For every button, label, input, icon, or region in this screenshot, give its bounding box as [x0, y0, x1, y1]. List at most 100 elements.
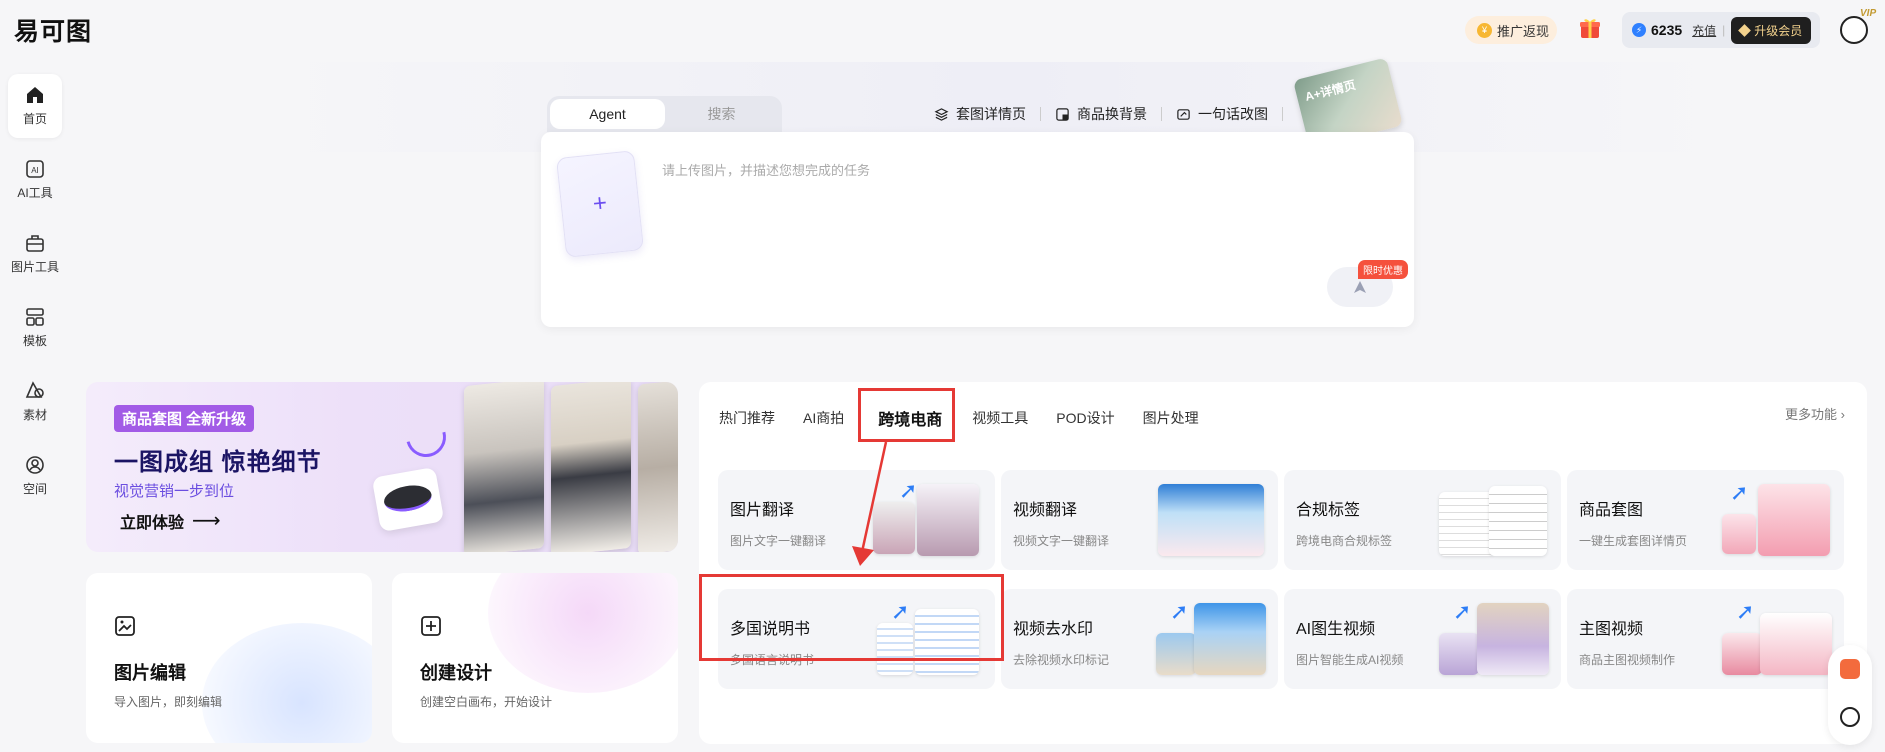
tab-hot[interactable]: 热门推荐 — [719, 408, 775, 428]
sidebar-item-materials[interactable]: 素材 — [8, 370, 62, 434]
customer-service-icon[interactable] — [1840, 707, 1860, 727]
arrow-right-icon: ⟶ — [192, 510, 221, 532]
background-swap-icon — [1056, 107, 1069, 121]
upgrade-vip-button[interactable]: 升级会员 — [1731, 16, 1812, 44]
tab-pod-design[interactable]: POD设计 — [1056, 408, 1114, 428]
feature-title: 图片翻译 — [730, 502, 795, 519]
feature-title: 商品套图 — [1579, 502, 1644, 519]
image-pen-icon — [1177, 108, 1190, 120]
category-tabs: 热门推荐 AI商拍 跨境电商 视频工具 POD设计 图片处理 — [719, 406, 1227, 430]
quick-link-label: 一句话改图 — [1198, 106, 1268, 122]
tab-ai-shoot[interactable]: AI商拍 — [803, 408, 844, 428]
promo-banner[interactable]: 商品套图 全新升级 一图成组 惊艳细节 视觉营销一步到位 立即体验 ⟶ — [86, 382, 678, 552]
feature-card-remove-watermark[interactable]: 视频去水印 去除视频水印标记 ➚ — [1001, 589, 1278, 689]
upgrade-label: 升级会员 — [1754, 23, 1803, 38]
video-thumb — [1477, 603, 1549, 675]
feature-image: ➚ — [1439, 599, 1549, 675]
feature-title: 主图视频 — [1579, 621, 1644, 638]
cursor-arrow-icon: ➚ — [899, 478, 918, 503]
user-avatar[interactable] — [1840, 16, 1868, 44]
image-edit-card[interactable]: 图片编辑 导入图片，即刻编辑 — [86, 573, 372, 743]
annotation-highlight-card — [699, 574, 1004, 661]
feature-image — [1439, 484, 1549, 556]
gift-icon[interactable] — [1578, 16, 1602, 40]
sidebar-item-space[interactable]: 空间 — [8, 444, 62, 508]
shapes-icon — [25, 381, 44, 398]
feature-title: 视频翻译 — [1013, 502, 1078, 519]
recharge-link[interactable]: 充值 — [1692, 22, 1716, 39]
feature-card-product-set[interactable]: 商品套图 一键生成套图详情页 ➚ — [1567, 470, 1844, 570]
feature-title: 视频去水印 — [1013, 621, 1094, 638]
feature-card-ai-image-to-video[interactable]: AI图生视频 图片智能生成AI视频 ➚ — [1284, 589, 1561, 689]
annotation-arrow — [852, 441, 888, 566]
feature-subtitle: 一键生成套图详情页 — [1579, 534, 1688, 548]
feature-subtitle: 商品主图视频制作 — [1579, 653, 1676, 667]
template-icon — [26, 308, 44, 326]
cursor-arrow-icon: ➚ — [1730, 480, 1749, 505]
sidebar-item-home[interactable]: 首页 — [8, 74, 62, 138]
app-logo[interactable]: 易可图 — [14, 12, 92, 48]
sidebar-item-label: 空间 — [22, 482, 47, 496]
promo-cashback-button[interactable]: ¥ 推广返现 — [1465, 16, 1557, 44]
tab-image-processing[interactable]: 图片处理 — [1143, 408, 1199, 428]
cta-label: 立即体验 — [120, 514, 185, 532]
limited-offer-badge: 限时优惠 — [1358, 260, 1408, 279]
divider — [1040, 107, 1041, 121]
svg-text:AI: AI — [31, 166, 39, 175]
more-features-link[interactable]: 更多功能 › — [1785, 404, 1845, 423]
video-thumb — [1156, 633, 1196, 675]
send-arrow-icon — [1354, 281, 1366, 293]
video-thumb — [1158, 484, 1264, 556]
image-edit-icon — [115, 616, 135, 636]
handbag-thumb — [917, 484, 979, 556]
banner-badge: 商品套图 全新升级 — [114, 405, 255, 432]
tab-search[interactable]: 搜索 — [664, 99, 779, 129]
card-subtitle: 创建空白画布，开始设计 — [420, 695, 553, 709]
feature-image: ➚ — [1722, 480, 1832, 556]
sidebar-item-label: 图片工具 — [10, 260, 59, 274]
feature-card-compliance-label[interactable]: 合规标签 跨境电商合规标签 — [1284, 470, 1561, 570]
perfume-thumb — [1758, 484, 1830, 556]
card-glow — [202, 623, 372, 743]
agent-quick-links: 套图详情页 商品换背景 一句话改图 — [934, 104, 1297, 124]
floating-actions — [1828, 645, 1872, 745]
quick-link-label: 套图详情页 — [956, 106, 1026, 122]
quick-link-one-sentence-edit[interactable]: 一句话改图 — [1176, 104, 1268, 124]
plus-icon: + — [591, 189, 609, 218]
sidebar-item-ai-tools[interactable]: AI AI工具 — [8, 148, 62, 212]
layers-icon — [934, 107, 949, 121]
sidebar-item-templates[interactable]: 模板 — [8, 296, 62, 360]
upload-image-button[interactable]: + — [555, 150, 645, 258]
sidebar-item-image-tools[interactable]: 图片工具 — [8, 222, 62, 286]
cursor-arrow-icon: ➚ — [1736, 599, 1755, 624]
promo-label: 推广返现 — [1497, 23, 1550, 39]
divider — [1161, 107, 1162, 121]
video-thumb — [1194, 603, 1266, 675]
feature-card-video-translate[interactable]: 视频翻译 视频文字一键翻译 — [1001, 470, 1278, 570]
feature-card-main-video[interactable]: 主图视频 商品主图视频制作 ➚ — [1567, 589, 1844, 689]
feature-subtitle: 图片文字一键翻译 — [730, 534, 827, 548]
product-flyer-image — [638, 382, 678, 552]
banner-cta-button[interactable]: 立即体验 ⟶ — [120, 508, 221, 533]
prompt-input[interactable]: 请上传图片，并描述您想完成的任务 — [662, 160, 870, 179]
vip-tag: VIP — [1860, 8, 1877, 19]
add-square-icon — [421, 616, 441, 636]
card-title: 创建设计 — [420, 663, 492, 683]
label-sheet-thumb — [1439, 492, 1495, 556]
home-icon — [27, 87, 43, 103]
annotation-highlight-tab — [858, 388, 955, 442]
gift-box-icon[interactable] — [1840, 659, 1860, 679]
product-thumb — [1439, 633, 1479, 675]
tab-agent[interactable]: Agent — [550, 99, 665, 129]
create-design-card[interactable]: 创建设计 创建空白画布，开始设计 — [392, 573, 678, 743]
agent-prompt-box[interactable]: + 请上传图片，并描述您想完成的任务 限时优惠 — [541, 132, 1414, 327]
quick-link-change-background[interactable]: 商品换背景 — [1055, 104, 1147, 124]
feature-subtitle: 去除视频水印标记 — [1013, 653, 1110, 667]
card-subtitle: 导入图片，即刻编辑 — [114, 695, 223, 709]
quick-link-detail-page[interactable]: 套图详情页 — [934, 104, 1026, 124]
credits-panel: ⚡ 6235 充值 | 升级会员 — [1622, 12, 1820, 48]
cursor-arrow-icon: ➚ — [1453, 599, 1472, 624]
robot-vacuum-image — [371, 466, 445, 533]
perfume-thumb — [1722, 514, 1756, 554]
tab-video-tools[interactable]: 视频工具 — [972, 408, 1028, 428]
